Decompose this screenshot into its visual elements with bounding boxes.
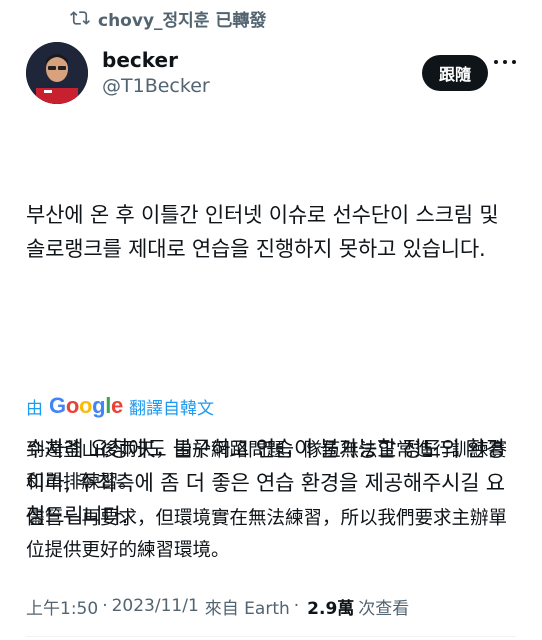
- translated-paragraph: 儘管一再要求，但環境實在無法練習，所以我們要求主辦單位提供更好的練習環境。: [26, 508, 508, 561]
- repost-label: chovy_정지훈 已轉發: [98, 10, 267, 31]
- tweet-source: 來自 Earth: [204, 598, 290, 619]
- divider: [26, 636, 516, 637]
- meta-separator: ·: [102, 596, 108, 616]
- translation-prefix: 由: [26, 398, 43, 419]
- tweet-time[interactable]: 上午1:50: [26, 594, 98, 619]
- repost-icon: [70, 11, 90, 25]
- avatar[interactable]: [26, 42, 88, 104]
- meta-separator: ·: [293, 596, 300, 616]
- tweet-paragraph: 부산에 온 후 이틀간 인터넷 이슈로 선수단이 스크림 및 솔로랭크를 제대로…: [26, 203, 505, 261]
- translated-text: 到達釜山後兩天，由於網路問題，隊伍無法正常進行訓練賽和單排練習。 儘管一再要求，…: [26, 435, 518, 571]
- follow-button[interactable]: 跟隨: [422, 55, 488, 91]
- translation-suffix: 翻譯自韓文: [128, 398, 214, 419]
- views-label: 次查看: [358, 598, 410, 619]
- display-name[interactable]: becker: [102, 47, 422, 73]
- translation-attribution[interactable]: 由 Google 翻譯自韓文: [26, 392, 214, 420]
- tweet-date[interactable]: 2023/11/1: [112, 596, 199, 616]
- views-count: 2.9萬: [307, 598, 355, 619]
- repost-header[interactable]: chovy_정지훈 已轉發: [70, 6, 267, 31]
- author-names: becker @T1Becker: [102, 47, 422, 99]
- dot: [512, 60, 516, 64]
- tweet-author: becker @T1Becker 跟隨: [26, 40, 516, 106]
- translated-paragraph: 到達釜山後兩天，由於網路問題，隊伍無法正常進行訓練賽和單排練習。: [26, 440, 508, 493]
- user-handle[interactable]: @T1Becker: [102, 73, 422, 99]
- more-icon[interactable]: [494, 58, 516, 66]
- tweet-meta: 上午1:50 · 2023/11/1 來自 Earth · 2.9萬 次查看: [26, 592, 409, 620]
- dot: [503, 60, 507, 64]
- google-logo: Google: [49, 393, 123, 418]
- dot: [494, 60, 498, 64]
- avatar-image: [26, 42, 88, 104]
